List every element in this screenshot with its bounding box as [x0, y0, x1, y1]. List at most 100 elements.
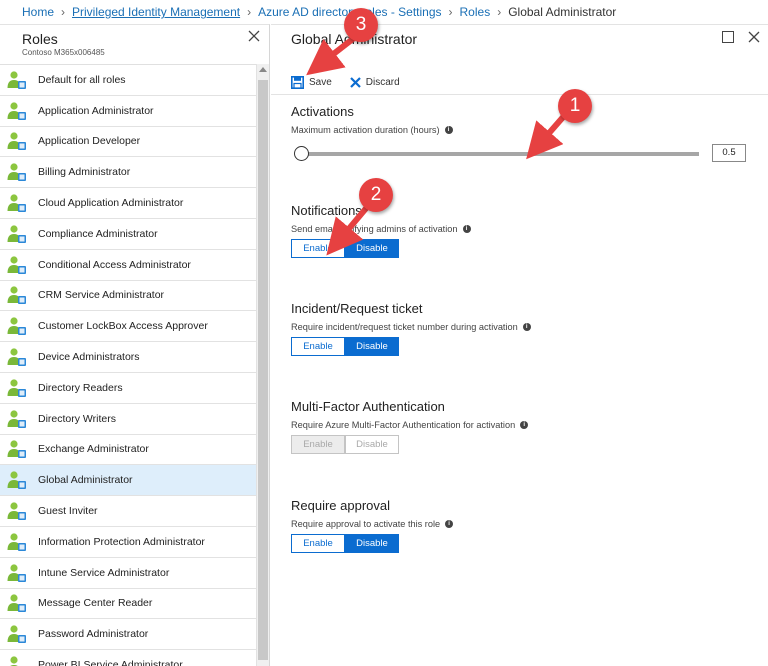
breadcrumb-current: Global Administrator — [508, 5, 617, 19]
incident-section: Incident/Request ticket Require incident… — [291, 301, 751, 356]
role-user-icon — [7, 256, 26, 274]
role-list-item[interactable]: Exchange Administrator — [0, 434, 256, 466]
role-label: Default for all roles — [38, 73, 126, 86]
role-label: Application Developer — [38, 135, 141, 148]
role-label: Billing Administrator — [38, 166, 131, 179]
slider-track[interactable] — [297, 152, 699, 156]
role-list-item[interactable]: Directory Writers — [0, 403, 256, 435]
role-list-item[interactable]: Global Administrator — [0, 465, 256, 497]
approval-description-text: Require approval to activate this role — [291, 519, 441, 529]
role-label: Compliance Administrator — [38, 227, 158, 240]
role-list-item[interactable]: Intune Service Administrator — [0, 557, 256, 589]
mfa-description-text: Require Azure Multi-Factor Authenticatio… — [291, 420, 516, 430]
toolbar: Save Discard — [271, 63, 768, 95]
notifications-description: Send email notifying admins of activatio… — [291, 224, 751, 234]
role-list-item[interactable]: Compliance Administrator — [0, 218, 256, 250]
scrollbar[interactable] — [256, 64, 269, 666]
discard-icon — [350, 77, 361, 88]
role-user-icon — [7, 163, 26, 182]
role-list-item[interactable]: Cloud Application Administrator — [0, 188, 256, 219]
role-label: CRM Service Administrator — [38, 289, 165, 302]
close-icon[interactable] — [748, 31, 760, 43]
role-list-item[interactable]: Directory Readers — [0, 372, 256, 404]
role-user-icon — [7, 594, 26, 613]
activations-section: Activations Maximum activation duration … — [291, 104, 751, 165]
discard-button[interactable]: Discard — [350, 77, 400, 88]
role-list-item[interactable]: Default for all roles — [0, 65, 256, 96]
breadcrumb-pim[interactable]: Privileged Identity Management — [72, 5, 240, 19]
approval-toggle: Enable Disable — [291, 534, 399, 553]
notifications-disable-button[interactable]: Disable — [345, 239, 399, 258]
role-user-icon — [7, 102, 26, 120]
slider-handle[interactable] — [294, 146, 309, 161]
roles-blade: Roles Contoso M365x006485 Default for al… — [0, 24, 270, 666]
mfa-description: Require Azure Multi-Factor Authenticatio… — [291, 420, 751, 430]
role-label: Conditional Access Administrator — [38, 258, 191, 271]
notifications-enable-button[interactable]: Enable — [291, 239, 345, 258]
role-list-item[interactable]: CRM Service Administrator — [0, 280, 256, 312]
role-list-item[interactable]: Message Center Reader — [0, 588, 256, 620]
roles-blade-subtitle: Contoso M365x006485 — [22, 48, 105, 57]
incident-description: Require incident/request ticket number d… — [291, 322, 751, 332]
role-list-item[interactable]: Password Administrator — [0, 619, 256, 651]
activations-description-text: Maximum activation duration (hours) — [291, 125, 440, 135]
notifications-toggle: Enable Disable — [291, 239, 399, 258]
info-icon[interactable]: i — [522, 323, 531, 331]
activation-duration-slider[interactable]: 0.5 — [291, 141, 751, 165]
role-user-icon — [7, 564, 26, 582]
close-icon[interactable] — [247, 29, 261, 43]
callout-marker-2: 2 — [359, 178, 393, 212]
info-icon[interactable]: i — [444, 126, 453, 134]
breadcrumb-home[interactable]: Home — [22, 5, 54, 19]
incident-title: Incident/Request ticket — [291, 301, 423, 316]
role-label: Global Administrator — [38, 474, 133, 487]
incident-enable-button[interactable]: Enable — [291, 337, 345, 356]
notifications-description-text: Send email notifying admins of activatio… — [291, 224, 458, 234]
role-user-icon — [7, 379, 26, 397]
callout-marker-3: 3 — [344, 8, 378, 42]
activations-title: Activations — [291, 104, 354, 119]
breadcrumb-roles[interactable]: Roles — [460, 5, 491, 19]
role-list-item[interactable]: Billing Administrator — [0, 157, 256, 189]
role-label: Customer LockBox Access Approver — [38, 320, 208, 333]
mfa-disable-button: Disable — [345, 435, 399, 454]
breadcrumb: Home › Privileged Identity Management › Azur… — [0, 0, 768, 24]
approval-enable-button[interactable]: Enable — [291, 534, 345, 553]
role-list-item[interactable]: Device Administrators — [0, 342, 256, 373]
save-label: Save — [309, 77, 332, 88]
chevron-right-icon: › — [247, 5, 252, 19]
mfa-toggle: Enable Disable — [291, 435, 399, 454]
role-list: Default for all roles Application Adminis… — [0, 64, 256, 666]
incident-disable-button[interactable]: Disable — [345, 337, 399, 356]
save-button[interactable]: Save — [291, 76, 332, 89]
role-list-item[interactable]: Conditional Access Administrator — [0, 249, 256, 281]
scroll-thumb[interactable] — [258, 80, 268, 660]
role-label: Device Administrators — [38, 351, 140, 364]
role-list-item[interactable]: Customer LockBox Access Approver — [0, 311, 256, 343]
chevron-right-icon: › — [61, 5, 66, 19]
role-list-item[interactable]: Application Developer — [0, 126, 256, 158]
save-icon — [291, 76, 304, 89]
role-settings-blade: Global Administrator Save Discard Activa… — [271, 24, 768, 666]
info-icon[interactable]: i — [445, 520, 454, 528]
maximize-icon[interactable] — [722, 31, 734, 43]
role-list-item[interactable]: Guest Inviter — [0, 496, 256, 527]
incident-toggle: Enable Disable — [291, 337, 399, 356]
approval-description: Require approval to activate this role i — [291, 519, 751, 529]
activations-description: Maximum activation duration (hours) i — [291, 125, 751, 135]
scroll-up-arrow-icon[interactable] — [259, 67, 267, 72]
info-icon[interactable]: i — [462, 225, 471, 233]
info-icon[interactable]: i — [520, 421, 529, 429]
role-label: Intune Service Administrator — [38, 566, 170, 579]
role-list-item[interactable]: Power BI Service Administrator — [0, 650, 256, 666]
role-user-icon — [7, 286, 26, 305]
role-list-item[interactable]: Application Administrator — [0, 95, 256, 127]
roles-blade-header: Roles Contoso M365x006485 — [0, 25, 269, 63]
role-user-icon — [7, 440, 26, 459]
role-list-item[interactable]: Information Protection Administrator — [0, 526, 256, 558]
role-user-icon — [7, 71, 26, 89]
role-label: Message Center Reader — [38, 597, 153, 610]
activation-duration-value[interactable]: 0.5 — [712, 144, 746, 162]
role-user-icon — [7, 132, 26, 151]
approval-disable-button[interactable]: Disable — [345, 534, 399, 553]
